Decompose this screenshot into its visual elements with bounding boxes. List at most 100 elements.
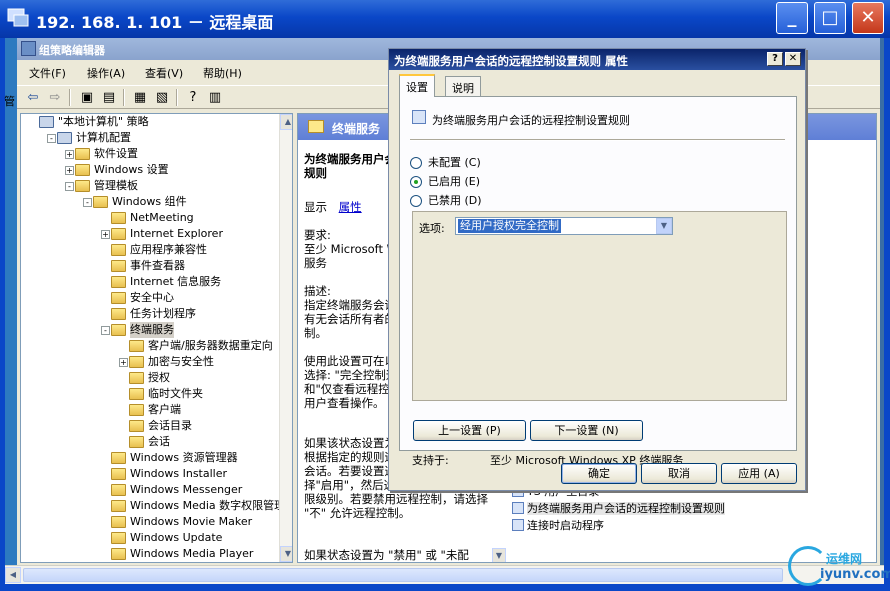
options-dropdown[interactable]: 经用户授权完全控制 ▼ xyxy=(455,217,673,235)
tree-item[interactable]: + 加密与安全性 xyxy=(21,354,277,370)
tree-item[interactable]: + Windows 设置 xyxy=(21,162,277,178)
tree-item[interactable]: NetMeeting xyxy=(21,210,277,226)
tree-item[interactable]: Windows 资源管理器 xyxy=(21,450,277,466)
next-setting-button[interactable]: 下一设置 (N) xyxy=(530,420,643,441)
properties-icon[interactable]: ▦ xyxy=(130,88,150,107)
gpedit-app-icon xyxy=(21,41,36,56)
tree-item-label: 会话 xyxy=(148,435,170,448)
show-hide-tree-icon[interactable]: ▤ xyxy=(99,88,119,107)
dialog-help-button[interactable]: ? xyxy=(767,52,783,66)
expand-icon[interactable]: + xyxy=(65,166,74,175)
collapse-icon[interactable]: - xyxy=(101,326,110,335)
folder-icon xyxy=(129,436,144,448)
remote-desktop-titlebar[interactable]: 192. 168. 1. 101 － 远程桌面 _ □ ✕ xyxy=(0,0,890,38)
toolbar-separator xyxy=(69,89,71,106)
tree-item-label: 客户端 xyxy=(148,403,181,416)
tree-pane[interactable]: "本地计算机" 策略 - 计算机配置 + 软件设置 + Windows 设置 - 管理模板 - Wi… xyxy=(20,113,293,563)
tree-item-label: Windows Update xyxy=(130,531,223,544)
expand-icon[interactable]: + xyxy=(101,230,110,239)
tree-item-label: Windows Media Player xyxy=(130,547,254,560)
folder-icon xyxy=(111,308,126,320)
tree-item[interactable]: 临时文件夹 xyxy=(21,386,277,402)
tree-item[interactable]: 会话目录 xyxy=(21,418,277,434)
maximize-button[interactable]: □ xyxy=(814,2,846,34)
tree-item-label: 安全中心 xyxy=(130,291,174,304)
tree-item[interactable]: - 计算机配置 xyxy=(21,130,277,146)
folder-icon xyxy=(75,148,90,160)
tree-item[interactable]: 事件查看器 xyxy=(21,258,277,274)
scroll-down-icon[interactable]: ▼ xyxy=(280,546,292,562)
properties-link[interactable]: 属性 xyxy=(339,200,362,214)
forward-arrow-icon[interactable]: ⇨ xyxy=(45,88,65,107)
tree-item[interactable]: 安全中心 xyxy=(21,290,277,306)
tree-item-label: 授权 xyxy=(148,371,170,384)
folder-icon xyxy=(111,468,126,480)
folder-icon xyxy=(93,196,108,208)
tree-item[interactable]: 应用程序兼容性 xyxy=(21,242,277,258)
tree-item[interactable]: + Internet Explorer xyxy=(21,226,277,242)
scroll-thumb[interactable] xyxy=(23,568,783,582)
tree-item[interactable]: Windows Movie Maker xyxy=(21,514,277,530)
dialog-close-button[interactable]: ✕ xyxy=(785,52,801,66)
scroll-down-icon[interactable]: ▼ xyxy=(492,548,506,562)
tree-item[interactable]: 授权 xyxy=(21,370,277,386)
menu-action[interactable]: 操作(A) xyxy=(87,65,125,81)
list-item[interactable]: 连接时启动程序 xyxy=(512,518,604,534)
menu-file[interactable]: 文件(F) xyxy=(29,65,66,81)
radio-label: 已启用 (E) xyxy=(428,175,481,188)
collapse-icon[interactable]: - xyxy=(65,182,74,191)
tree-item[interactable]: + 软件设置 xyxy=(21,146,277,162)
menu-view[interactable]: 查看(V) xyxy=(145,65,183,81)
tree-item[interactable]: Windows Installer xyxy=(21,466,277,482)
help-icon[interactable]: ? xyxy=(183,88,203,107)
tree-item[interactable]: - 终端服务 xyxy=(21,322,277,338)
radio-button[interactable] xyxy=(410,176,422,188)
tree-item[interactable]: Windows Media Player xyxy=(21,546,277,562)
tree-item[interactable]: 客户端 xyxy=(21,402,277,418)
folder-icon xyxy=(111,452,126,464)
close-button[interactable]: ✕ xyxy=(852,2,884,34)
ok-button[interactable]: 确定 xyxy=(561,463,637,484)
radio-button[interactable] xyxy=(410,157,422,169)
tree-item[interactable]: - Windows 组件 xyxy=(21,194,277,210)
tree-item-label: Internet 信息服务 xyxy=(130,275,222,288)
collapse-icon[interactable]: - xyxy=(47,134,56,143)
list-item-label: 连接时启动程序 xyxy=(527,519,604,532)
tree-scrollbar[interactable]: ▲ ▼ xyxy=(279,114,292,562)
minimize-button[interactable]: _ xyxy=(776,2,808,34)
collapse-icon[interactable]: - xyxy=(83,198,92,207)
expand-icon[interactable]: + xyxy=(119,358,128,367)
tree-item-label: 终端服务 xyxy=(130,322,174,338)
tab-settings[interactable]: 设置 xyxy=(399,74,435,97)
scroll-up-icon[interactable]: ▲ xyxy=(280,114,292,130)
tree-item[interactable]: 会话 xyxy=(21,434,277,450)
scroll-left-icon[interactable]: ◀ xyxy=(5,567,21,583)
tree-item[interactable]: "本地计算机" 策略 xyxy=(21,114,277,130)
list-item[interactable]: 为终端服务用户会话的远程控制设置规则 xyxy=(512,501,725,517)
show-console-icon[interactable]: ▥ xyxy=(205,88,225,107)
tab-explain[interactable]: 说明 xyxy=(445,76,481,96)
tree-item[interactable]: 任务计划程序 xyxy=(21,306,277,322)
remote-desktop-hscrollbar[interactable]: ◀ xyxy=(5,565,884,584)
tree-item[interactable]: Windows Media 数字权限管理 xyxy=(21,498,285,514)
tree-item[interactable]: - 管理模板 xyxy=(21,178,277,194)
dialog-titlebar[interactable]: 为终端服务用户会话的远程控制设置规则 属性 ? ✕ xyxy=(389,49,805,70)
tree-item-label: "本地计算机" 策略 xyxy=(58,115,149,128)
up-folder-icon[interactable]: ▣ xyxy=(77,88,97,107)
cancel-button[interactable]: 取消 xyxy=(641,463,717,484)
chevron-down-icon[interactable]: ▼ xyxy=(656,218,672,234)
tree-item-label: NetMeeting xyxy=(130,211,194,224)
apply-button[interactable]: 应用 (A) xyxy=(721,463,797,484)
export-list-icon[interactable]: ▧ xyxy=(152,88,172,107)
tree-item[interactable]: 客户端/服务器数据重定向 xyxy=(21,338,277,354)
expand-icon[interactable]: + xyxy=(65,150,74,159)
folder-icon xyxy=(111,292,126,304)
tree-item[interactable]: Windows Messenger xyxy=(21,482,277,498)
previous-setting-button[interactable]: 上一设置 (P) xyxy=(413,420,526,441)
tree-item[interactable]: Windows Update xyxy=(21,530,277,546)
tree-item[interactable]: Internet 信息服务 xyxy=(21,274,277,290)
back-arrow-icon[interactable]: ⇦ xyxy=(23,88,43,107)
radio-button[interactable] xyxy=(410,195,422,207)
tree-item-label: Windows Media 数字权限管理 xyxy=(130,499,286,512)
menu-help[interactable]: 帮助(H) xyxy=(203,65,242,81)
